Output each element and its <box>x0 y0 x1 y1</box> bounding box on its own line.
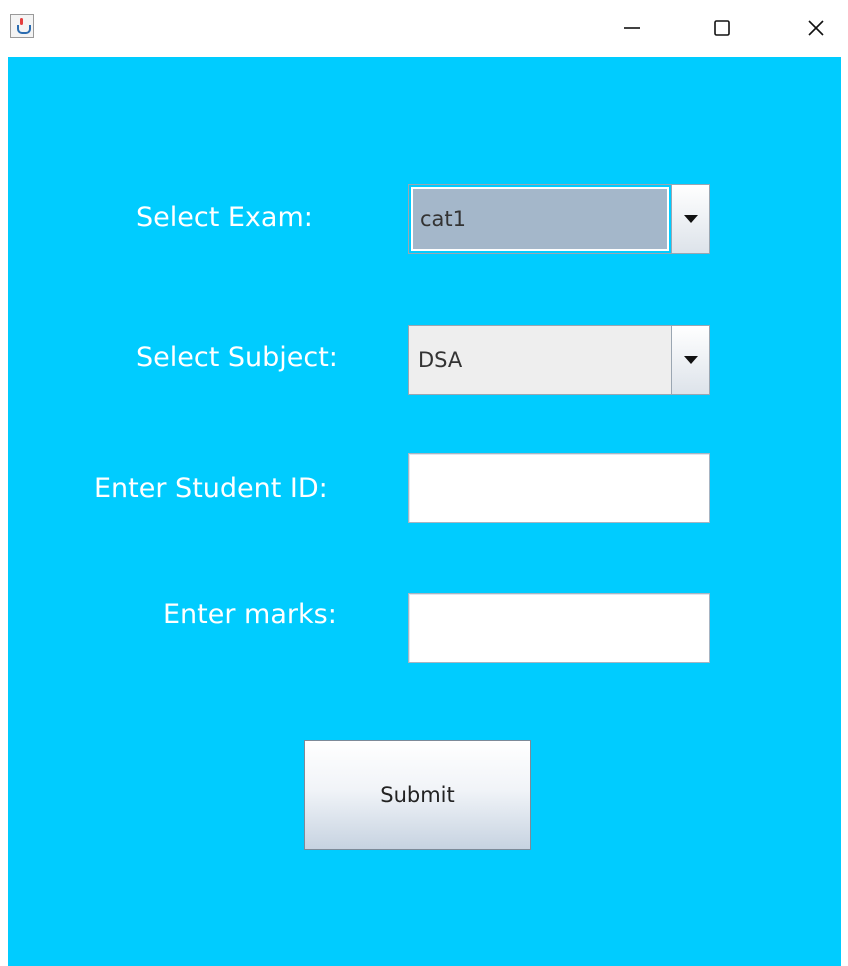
form-panel: Select Exam: cat1 Select Subject: DSA En… <box>8 57 841 966</box>
minimize-icon <box>624 27 640 29</box>
student-id-label: Enter Student ID: <box>94 473 328 504</box>
exam-dropdown-button[interactable] <box>671 185 709 253</box>
chevron-down-icon <box>683 356 698 364</box>
select-exam-label: Select Exam: <box>136 202 313 233</box>
select-subject-label: Select Subject: <box>136 342 338 373</box>
chevron-down-icon <box>683 215 698 223</box>
close-icon <box>808 20 824 36</box>
minimize-button[interactable] <box>604 0 660 56</box>
submit-button[interactable]: Submit <box>304 740 531 850</box>
subject-combobox[interactable]: DSA <box>408 325 710 395</box>
app-window: Select Exam: cat1 Select Subject: DSA En… <box>0 0 848 966</box>
marks-label: Enter marks: <box>163 599 337 630</box>
close-button[interactable] <box>788 0 844 56</box>
exam-combobox[interactable]: cat1 <box>408 184 710 254</box>
marks-input[interactable] <box>408 593 710 663</box>
subject-dropdown-button[interactable] <box>671 326 709 394</box>
student-id-input[interactable] <box>408 453 710 523</box>
maximize-icon <box>714 20 730 36</box>
maximize-button[interactable] <box>694 0 750 56</box>
subject-selected-value: DSA <box>409 326 671 394</box>
java-cup-shape <box>17 25 31 34</box>
java-steam-shape <box>20 18 23 25</box>
title-bar <box>0 0 848 56</box>
exam-selected-value: cat1 <box>411 187 669 251</box>
java-cup-icon <box>10 14 34 38</box>
